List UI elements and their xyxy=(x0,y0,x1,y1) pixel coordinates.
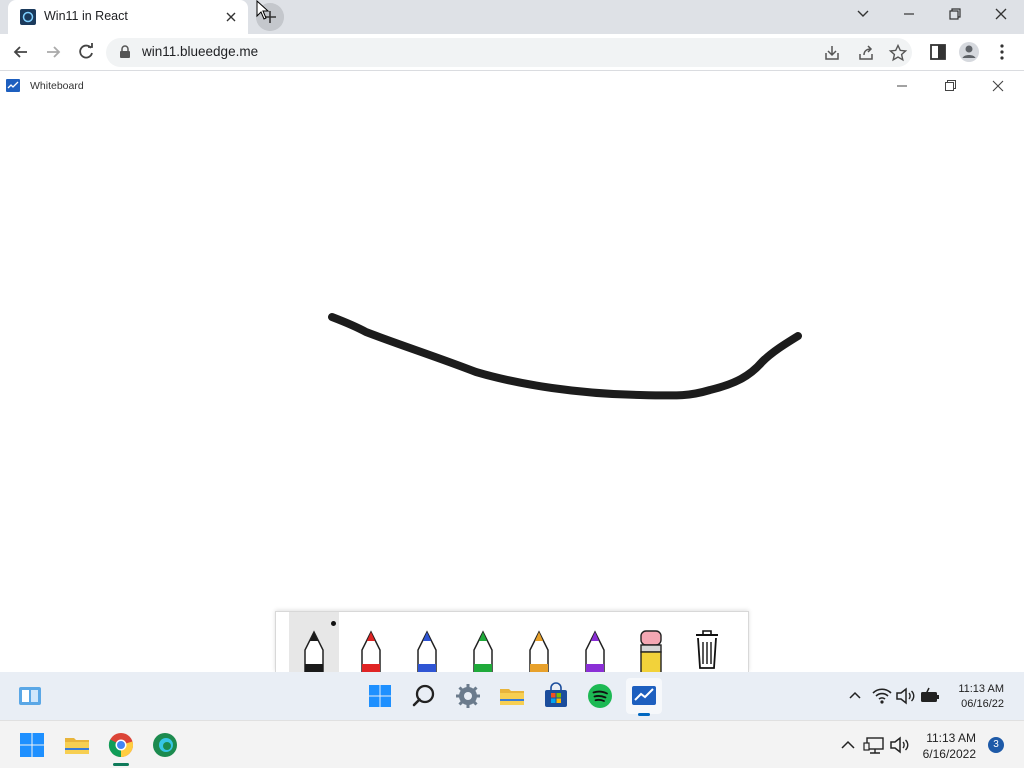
back-icon[interactable] xyxy=(8,39,34,65)
side-panel-icon[interactable] xyxy=(925,39,951,65)
network-icon[interactable] xyxy=(861,731,889,759)
restore-icon[interactable] xyxy=(941,3,969,25)
whiteboard-taskbar-button[interactable] xyxy=(626,678,662,716)
app-close-icon[interactable] xyxy=(990,78,1006,94)
app-title: Whiteboard xyxy=(30,80,84,92)
tab-close-icon[interactable] xyxy=(220,6,242,28)
whiteboard-app-icon xyxy=(6,79,20,92)
reload-icon[interactable] xyxy=(73,39,99,65)
start-icon[interactable] xyxy=(366,682,394,710)
eraser-button[interactable] xyxy=(626,612,676,672)
browser-tab[interactable]: Win11 in React xyxy=(8,0,248,34)
tab-strip: Win11 in React xyxy=(0,0,1024,34)
web-time: 11:13 AM xyxy=(958,683,1004,695)
green-pen-button[interactable] xyxy=(458,612,508,672)
app-titlebar: Whiteboard xyxy=(0,72,1024,100)
edge-icon[interactable] xyxy=(151,731,179,759)
clear-trash-button[interactable] xyxy=(682,612,732,672)
host-date: 6/16/2022 xyxy=(922,747,976,761)
purple-pen-button[interactable] xyxy=(570,612,620,672)
app-minimize-icon[interactable] xyxy=(894,78,910,94)
file-explorer-icon[interactable] xyxy=(498,682,526,710)
profile-avatar-icon[interactable] xyxy=(956,39,982,65)
settings-icon[interactable] xyxy=(454,682,482,710)
green-pen-icon xyxy=(473,630,493,672)
url-text[interactable]: win11.blueedge.me xyxy=(142,44,258,59)
windows-start-icon[interactable] xyxy=(18,731,46,759)
install-app-icon[interactable] xyxy=(822,43,842,63)
share-icon[interactable] xyxy=(856,43,876,63)
tray-chevron-up-icon[interactable] xyxy=(841,682,869,710)
chrome-menu-icon[interactable] xyxy=(989,39,1015,65)
bookmark-star-icon[interactable] xyxy=(888,43,908,63)
chrome-icon[interactable] xyxy=(107,731,135,759)
mouse-cursor-icon xyxy=(256,0,270,20)
host-time: 11:13 AM xyxy=(926,731,976,745)
address-bar[interactable]: win11.blueedge.me xyxy=(106,38,912,67)
host-taskbar: 11:13 AM 6/16/2022 3 xyxy=(0,720,1024,768)
pen-tray xyxy=(275,611,749,672)
whiteboard-icon xyxy=(632,686,656,705)
blue-pen-icon xyxy=(417,630,437,672)
host-clock[interactable]: 11:13 AM 6/16/2022 xyxy=(923,730,976,762)
close-window-icon[interactable] xyxy=(987,3,1015,25)
tab-favicon-icon xyxy=(20,9,36,25)
search-icon[interactable] xyxy=(410,682,438,710)
web-clock[interactable]: 11:13 AM 06/16/22 xyxy=(958,682,1004,712)
chrome-active-indicator xyxy=(113,763,129,766)
host-chevron-up-icon[interactable] xyxy=(834,731,862,759)
active-app-indicator xyxy=(638,713,650,716)
minimize-icon[interactable] xyxy=(895,3,923,25)
web-taskbar: 11:13 AM 06/16/22 xyxy=(0,672,1024,720)
host-file-explorer-icon[interactable] xyxy=(63,731,91,759)
eraser-icon xyxy=(640,630,662,672)
battery-icon[interactable] xyxy=(916,682,944,710)
browser-toolbar: win11.blueedge.me xyxy=(0,34,1024,71)
orange-pen-button[interactable] xyxy=(514,612,564,672)
black-pen-button[interactable] xyxy=(289,612,339,672)
red-pen-icon xyxy=(361,630,381,672)
store-icon[interactable] xyxy=(542,682,570,710)
host-volume-icon[interactable] xyxy=(886,731,914,759)
web-date: 06/16/22 xyxy=(961,698,1004,710)
tab-search-icon[interactable] xyxy=(849,3,877,25)
trash-icon xyxy=(696,630,718,669)
blue-pen-button[interactable] xyxy=(402,612,452,672)
selected-indicator xyxy=(331,621,336,626)
app-maximize-icon[interactable] xyxy=(942,78,958,94)
orange-pen-icon xyxy=(529,630,549,672)
widgets-icon[interactable] xyxy=(16,682,44,710)
red-pen-button[interactable] xyxy=(346,612,396,672)
whiteboard-canvas[interactable] xyxy=(0,100,1024,672)
purple-pen-icon xyxy=(585,630,605,672)
spotify-icon[interactable] xyxy=(586,682,614,710)
forward-icon[interactable] xyxy=(40,39,66,65)
lock-icon[interactable] xyxy=(118,45,132,59)
tab-title: Win11 in React xyxy=(44,9,128,23)
drawn-stroke xyxy=(328,313,802,400)
notification-badge[interactable]: 3 xyxy=(988,737,1004,753)
